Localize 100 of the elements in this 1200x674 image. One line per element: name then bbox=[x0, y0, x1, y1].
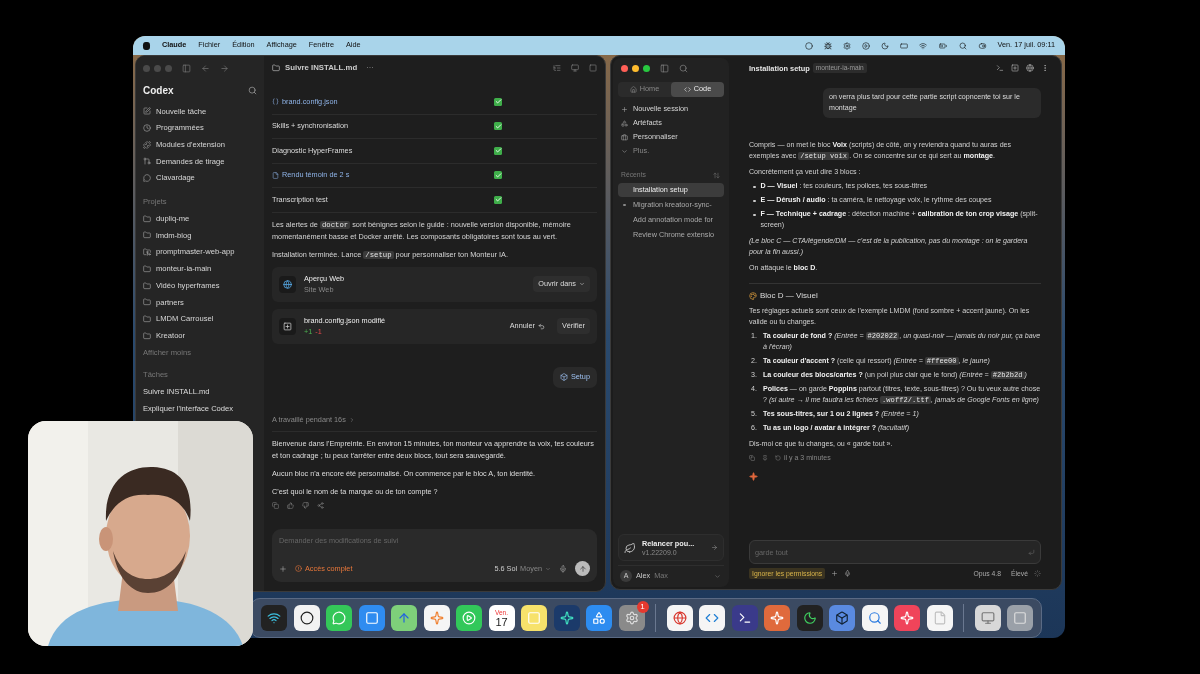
dock-app[interactable] bbox=[586, 605, 612, 631]
arrow-right-icon bbox=[711, 544, 718, 551]
app-title: Codex bbox=[143, 84, 174, 98]
terminal-icon bbox=[737, 611, 752, 625]
dock-app[interactable] bbox=[764, 605, 790, 631]
pull-request-icon bbox=[143, 157, 151, 166]
briefcase-icon bbox=[621, 133, 628, 141]
app-store-icon bbox=[592, 611, 606, 625]
messages-icon bbox=[332, 611, 346, 625]
folder-icon bbox=[143, 331, 151, 340]
app-icon bbox=[867, 611, 882, 625]
section-heading: Bloc D — Visuel bbox=[760, 290, 818, 301]
send-button[interactable] bbox=[575, 561, 590, 576]
notification-badge: 1 bbox=[636, 601, 649, 613]
plus-icon[interactable] bbox=[831, 570, 839, 577]
back-icon[interactable] bbox=[201, 64, 210, 73]
home-icon bbox=[629, 86, 637, 93]
chevron-down-icon bbox=[545, 565, 551, 572]
alert-icon bbox=[295, 565, 302, 572]
clock-icon bbox=[143, 124, 151, 133]
dock-app[interactable] bbox=[731, 605, 758, 631]
arrow-up-icon bbox=[578, 564, 587, 573]
dock-app[interactable] bbox=[326, 605, 352, 631]
palette-icon bbox=[749, 291, 757, 300]
folder-icon bbox=[143, 314, 151, 323]
dock-app[interactable] bbox=[423, 605, 450, 631]
battery-icon[interactable] bbox=[937, 41, 948, 50]
app-icon bbox=[299, 611, 314, 625]
app-icon bbox=[559, 611, 574, 625]
dock-app[interactable] bbox=[293, 605, 320, 631]
leaf-icon bbox=[624, 541, 636, 554]
chevron-right-icon bbox=[348, 416, 355, 423]
braces-icon bbox=[272, 98, 279, 106]
forward-icon[interactable] bbox=[220, 64, 229, 73]
chat-icon bbox=[143, 174, 151, 183]
dock-app[interactable] bbox=[974, 605, 1001, 631]
more-icon[interactable] bbox=[1041, 64, 1049, 72]
git-folder-icon bbox=[143, 248, 151, 257]
dock-app[interactable] bbox=[796, 605, 823, 631]
spinner-icon bbox=[1034, 570, 1041, 577]
browser-icon bbox=[672, 611, 687, 625]
plus-icon[interactable] bbox=[279, 564, 287, 573]
dock-app[interactable] bbox=[261, 605, 287, 631]
monitor-icon[interactable] bbox=[571, 63, 579, 72]
folder-icon bbox=[143, 298, 151, 307]
search-icon[interactable] bbox=[679, 64, 688, 73]
file-icon bbox=[272, 171, 279, 179]
bullet-icon bbox=[753, 199, 756, 202]
search-icon[interactable] bbox=[958, 41, 967, 50]
cube-icon bbox=[559, 373, 568, 381]
copy-icon[interactable] bbox=[272, 501, 279, 509]
folder-icon bbox=[143, 281, 151, 290]
app-icon bbox=[267, 611, 281, 625]
dock-app[interactable] bbox=[926, 605, 953, 631]
dock-app[interactable] bbox=[1007, 605, 1033, 631]
dock-app[interactable] bbox=[456, 605, 482, 631]
sidebar-toggle-icon[interactable] bbox=[182, 64, 191, 73]
folder-icon bbox=[143, 231, 151, 240]
plus-icon bbox=[621, 105, 628, 113]
code-icon bbox=[683, 86, 691, 93]
dock-app[interactable] bbox=[358, 605, 385, 631]
dock-app[interactable] bbox=[699, 605, 725, 631]
globe-icon[interactable] bbox=[1026, 64, 1034, 72]
bullet-icon bbox=[753, 213, 756, 216]
code-editor-icon bbox=[705, 611, 719, 625]
mic-icon[interactable] bbox=[559, 564, 567, 573]
dock-app[interactable] bbox=[521, 605, 547, 631]
moon-icon[interactable] bbox=[880, 41, 889, 50]
video-call-icon bbox=[462, 611, 476, 625]
sidebar-toggle-icon[interactable] bbox=[660, 64, 669, 73]
settings-icon bbox=[624, 611, 639, 625]
undo-icon bbox=[537, 322, 545, 330]
display-icon[interactable] bbox=[899, 41, 908, 50]
sparkle-app-icon bbox=[770, 611, 784, 625]
dock-app[interactable] bbox=[553, 605, 580, 631]
pen-icon bbox=[143, 107, 151, 116]
wifi-icon[interactable] bbox=[918, 41, 927, 50]
terminal-icon[interactable] bbox=[996, 64, 1004, 72]
bug-icon[interactable] bbox=[823, 41, 832, 50]
mic-icon[interactable] bbox=[844, 570, 852, 577]
folder-icon bbox=[272, 63, 280, 72]
record-icon[interactable] bbox=[804, 41, 813, 50]
thumbs-down-icon[interactable] bbox=[302, 501, 309, 509]
document-icon bbox=[932, 611, 947, 625]
dock-app[interactable] bbox=[894, 605, 920, 631]
dock-app[interactable] bbox=[861, 605, 888, 631]
puzzle-icon bbox=[143, 140, 151, 149]
chevron-down-icon bbox=[579, 281, 585, 287]
thumbs-up-icon[interactable] bbox=[287, 501, 294, 509]
search-icon[interactable] bbox=[248, 86, 257, 95]
dock-app[interactable] bbox=[666, 605, 693, 631]
play-icon[interactable] bbox=[861, 41, 870, 50]
plus-square-icon[interactable] bbox=[1011, 64, 1019, 72]
toggles-icon[interactable] bbox=[977, 41, 987, 50]
folder-icon bbox=[143, 214, 151, 223]
chevron-down-icon bbox=[621, 147, 628, 155]
share-icon[interactable] bbox=[317, 501, 324, 509]
app-icon bbox=[835, 611, 849, 625]
shapes-icon bbox=[621, 119, 628, 127]
gear-icon[interactable] bbox=[842, 41, 851, 50]
